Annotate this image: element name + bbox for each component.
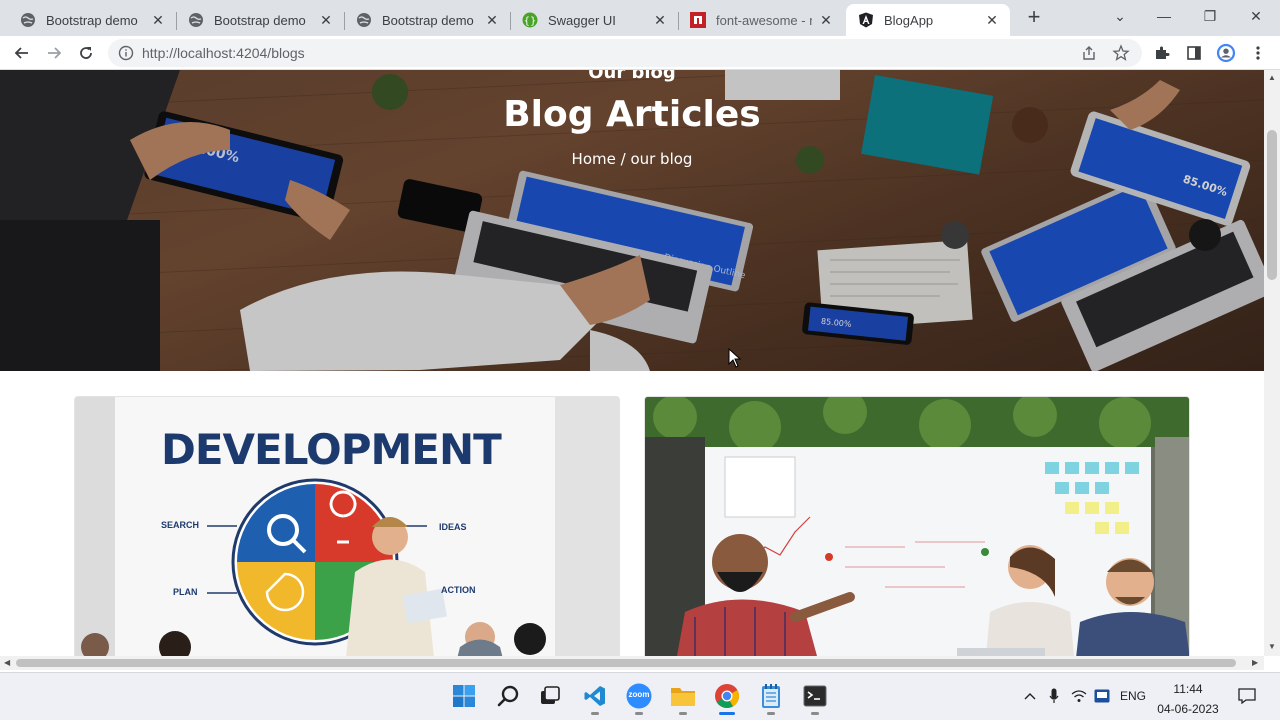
chrome-menu-icon[interactable] [1248,43,1268,63]
clock-date: 04-06-2023 [1157,702,1219,716]
browser-toolbar: http://localhost:4204/blogs [0,36,1280,70]
close-tab-icon[interactable]: ✕ [150,12,166,28]
poster-heading: DEVELOPMENT [161,425,502,474]
running-indicator [635,712,643,715]
back-icon[interactable] [10,41,34,65]
new-tab-button[interactable]: + [1022,6,1046,30]
tab-title: Bootstrap demo [214,12,306,28]
globe-icon [20,12,36,28]
side-panel-icon[interactable] [1184,43,1204,63]
mouse-cursor-icon [728,348,742,368]
running-indicator [679,712,687,715]
vscode-icon[interactable] [580,681,610,715]
breadcrumb: Home / our blog [0,150,1264,168]
close-tab-icon[interactable]: ✕ [984,12,1000,28]
poster-label-ideas: IDEAS [439,522,467,532]
breadcrumb-home-link[interactable]: Home [572,150,616,168]
npm-icon [690,12,706,28]
angular-icon [858,12,874,28]
tab-bootstrap-demo-3[interactable]: Bootstrap demo ✕ [344,4,510,36]
extensions-puzzle-icon[interactable] [1152,43,1172,63]
tab-title: BlogApp [884,12,934,28]
chrome-icon[interactable] [712,681,742,715]
page-viewport: 85.00% Discussion Outline 85.00% [0,70,1264,656]
blog-card-whiteboard-meeting[interactable] [644,396,1190,656]
close-tab-icon[interactable]: ✕ [652,12,668,28]
poster-label-plan: PLAN [173,587,198,597]
url-text: http://localhost:4204/blogs [142,45,305,61]
hero-banner: 85.00% Discussion Outline 85.00% [0,70,1264,371]
reload-icon[interactable] [74,41,98,65]
breadcrumb-current: our blog [630,150,693,168]
browser-tabstrip: Bootstrap demo ✕ Bootstrap demo ✕ Bootst… [0,0,1280,36]
scroll-up-arrow-icon[interactable]: ▲ [1268,73,1276,82]
page-title: Blog Articles [503,94,761,135]
horizontal-scroll-thumb[interactable] [16,659,1236,667]
windows-taskbar: zoom ENG 11:44 04-06-2023 [0,672,1280,720]
close-tab-icon[interactable]: ✕ [484,12,500,28]
tab-title: Bootstrap demo [46,12,138,28]
close-tab-icon[interactable]: ✕ [318,12,334,28]
whiteboard-meeting-photo [645,397,1189,656]
vertical-scroll-thumb[interactable] [1267,130,1277,280]
hero-kicker: Our blog [588,70,676,83]
clock-time: 11:44 [1173,682,1203,696]
share-icon[interactable] [1080,44,1098,62]
tab-title: font-awesome - npm [716,12,812,28]
tab-search-chevron-icon[interactable]: ⌄ [1106,4,1134,28]
minimize-icon[interactable]: — [1150,4,1178,28]
running-indicator [719,712,735,715]
globe-icon [188,12,204,28]
close-window-icon[interactable]: ✕ [1242,4,1270,28]
svg-text:{}: {} [524,16,537,27]
tab-blogapp[interactable]: BlogApp ✕ [846,4,1010,36]
restore-icon[interactable]: ❐ [1196,4,1224,28]
file-explorer-icon[interactable] [668,681,698,715]
poster-label-action: ACTION [441,585,476,595]
windows-start-icon[interactable] [449,681,479,711]
forward-icon[interactable] [42,41,66,65]
tab-bootstrap-demo-1[interactable]: Bootstrap demo ✕ [8,4,176,36]
horizontal-scrollbar[interactable]: ◀ ▶ [0,656,1264,670]
network-status-icon[interactable] [1093,687,1111,705]
wifi-icon[interactable] [1070,687,1088,705]
tab-font-awesome-npm[interactable]: font-awesome - npm ✕ [678,4,844,36]
vertical-scrollbar[interactable]: ▲ ▼ [1264,70,1280,656]
scroll-left-arrow-icon[interactable]: ◀ [4,658,10,667]
show-hidden-icons-chevron-icon[interactable] [1022,687,1038,705]
close-tab-icon[interactable]: ✕ [818,12,834,28]
notepad-icon[interactable] [756,681,786,715]
input-language[interactable]: ENG [1118,687,1148,705]
running-indicator [591,712,599,715]
scroll-down-arrow-icon[interactable]: ▼ [1268,642,1276,651]
site-info-icon[interactable] [118,45,134,61]
notifications-icon[interactable] [1236,687,1258,705]
running-indicator [811,712,819,715]
zoom-label: zoom [628,690,650,699]
running-indicator [767,712,775,715]
search-icon[interactable] [493,681,523,711]
breadcrumb-separator: / [615,150,631,168]
scroll-right-arrow-icon[interactable]: ▶ [1252,658,1258,667]
swagger-icon: {} [522,12,538,28]
blog-card-development[interactable]: DEVELOPMENT SEARCH IDEAS PLAN ACTION [74,396,620,656]
profile-avatar-icon[interactable] [1216,43,1236,63]
tab-title: Swagger UI [548,12,616,28]
system-clock[interactable]: 11:44 04-06-2023 [1150,679,1226,719]
address-bar[interactable]: http://localhost:4204/blogs [108,39,1142,67]
terminal-icon[interactable] [800,681,830,715]
tab-title: Bootstrap demo [382,12,474,28]
zoom-icon[interactable]: zoom [624,681,654,715]
tab-bootstrap-demo-2[interactable]: Bootstrap demo ✕ [176,4,344,36]
microphone-icon[interactable] [1046,687,1062,705]
tab-swagger-ui[interactable]: {} Swagger UI ✕ [510,4,678,36]
bookmark-star-icon[interactable] [1112,44,1130,62]
task-view-icon[interactable] [535,681,565,711]
globe-icon [356,12,372,28]
poster-label-search: SEARCH [161,520,200,530]
